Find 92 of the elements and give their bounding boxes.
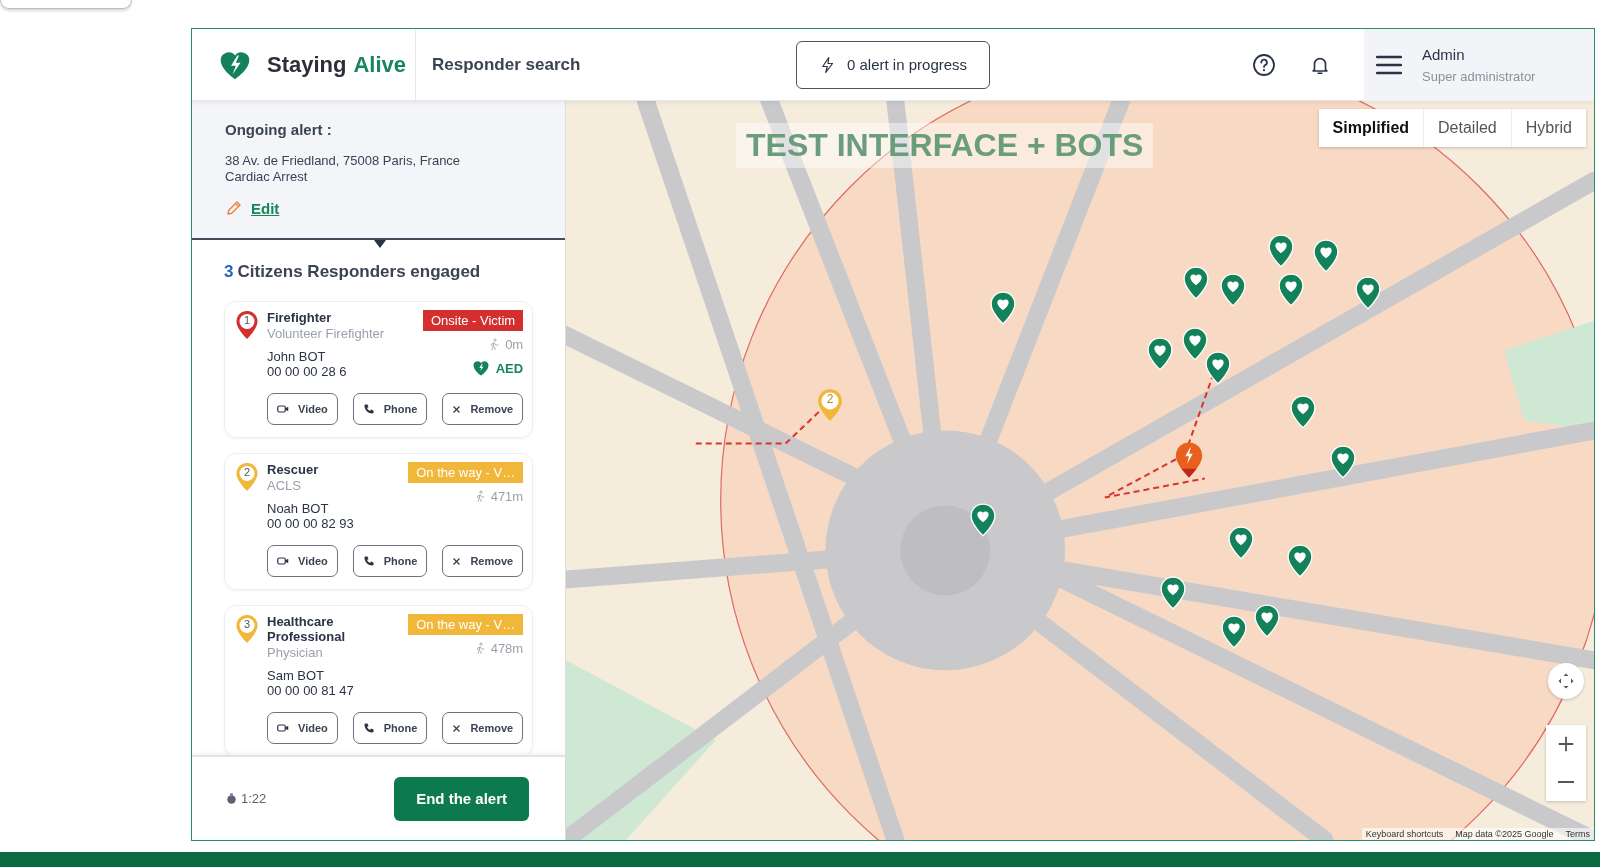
close-icon [452, 723, 462, 733]
fullscreen-icon [1556, 671, 1576, 691]
responder-count: 3 [224, 262, 234, 281]
responder-phone: 00 00 00 28 6 [267, 364, 348, 379]
aed-pin-icon[interactable] [1204, 351, 1232, 385]
attribution-link[interactable]: Terms [1565, 829, 1590, 839]
responder-phone: 00 00 00 82 93 [267, 516, 355, 531]
aed-pin-icon[interactable] [989, 291, 1017, 325]
status-badge: On the way - V… [408, 614, 524, 635]
numbered-pin-icon: 1 [235, 310, 259, 340]
brand-name: Staying [267, 51, 347, 78]
numbered-pin-icon: 3 [235, 614, 259, 644]
responder-role: Firefighter [267, 310, 333, 325]
status-badge: On the way - V… [408, 462, 524, 483]
responder-qualification: Physician [267, 645, 324, 660]
responder-role: Healthcare Professional [267, 614, 347, 644]
zoom-out-button[interactable] [1546, 763, 1586, 801]
aed-pin-icon[interactable] [1146, 337, 1174, 371]
camera-icon [277, 404, 289, 414]
zoom-in-button[interactable] [1546, 725, 1586, 763]
user-role: Super administrator [1422, 68, 1536, 84]
attribution-link[interactable]: Keyboard shortcuts [1365, 829, 1444, 839]
aed-pin-icon[interactable] [1182, 266, 1210, 300]
edit-link[interactable]: Edit [251, 199, 280, 217]
aed-pin-icon[interactable] [1289, 395, 1317, 429]
responder-name: John BOT [267, 349, 327, 364]
aed-pin-icon[interactable] [1219, 273, 1247, 307]
map-type-tab[interactable]: Simplified [1318, 109, 1424, 147]
elapsed-time: 1:22 [241, 791, 267, 806]
map-banner: TEST INTERFACE + BOTS [736, 123, 1154, 168]
phone-icon [362, 403, 375, 415]
end-alert-button[interactable]: End the alert [394, 776, 529, 821]
aed-pin-icon[interactable] [1220, 615, 1248, 649]
aed-pin-icon[interactable] [1181, 327, 1209, 361]
camera-icon [277, 556, 289, 566]
distance: 0m [505, 337, 524, 352]
responder-qualification: Volunteer Firefighter [267, 326, 385, 341]
distance: 471m [490, 489, 524, 504]
alert-type: Cardiac Arrest [225, 169, 309, 185]
heart-icon [470, 358, 491, 378]
pencil-icon [225, 199, 243, 217]
close-icon [452, 556, 462, 566]
numbered-pin-icon: 2 [235, 462, 259, 492]
alert-heading: Ongoing alert : [225, 121, 333, 138]
phone-button[interactable]: Phone [352, 545, 428, 577]
responder-role: Rescuer [267, 462, 320, 477]
responder-phone: 00 00 00 81 47 [267, 683, 355, 698]
plus-icon [1557, 735, 1575, 753]
close-icon [452, 404, 462, 414]
minus-icon [1558, 781, 1574, 783]
menu-icon[interactable] [1376, 54, 1402, 75]
camera-icon [277, 723, 289, 733]
brand-name: Alive [353, 51, 407, 78]
section-title: Citizens Responders engaged [237, 262, 481, 281]
map[interactable]: 2 TEST INTERFACE + BOTS Simplified Detailed Hybrid Keyboard shortcuts Map data ©2025 Google Terms [566, 101, 1594, 840]
map-type-tab[interactable]: Detailed [1423, 109, 1511, 147]
remove-button[interactable]: Remove [442, 545, 524, 577]
aed-pin-icon[interactable] [1312, 239, 1340, 273]
remove-button[interactable]: Remove [442, 393, 524, 425]
video-button[interactable]: Video [267, 393, 338, 425]
stopwatch-icon [226, 793, 237, 804]
alert-button[interactable]: 0 alert in progress [796, 40, 991, 89]
phone-icon [362, 722, 375, 734]
aed-pin-icon[interactable] [1277, 273, 1305, 307]
remove-button[interactable]: Remove [442, 712, 524, 744]
aed-pin-icon[interactable] [1253, 604, 1281, 638]
video-button[interactable]: Video [267, 712, 338, 744]
help-icon[interactable] [1252, 52, 1276, 77]
phone-button[interactable]: Phone [352, 712, 428, 744]
alert-address: 38 Av. de Friedland, 75008 Paris, France [225, 153, 462, 169]
aed-pin-icon[interactable] [1354, 276, 1382, 310]
aed-pin-icon[interactable] [1227, 526, 1255, 560]
user-name: Admin [1422, 45, 1466, 63]
video-button[interactable]: Video [267, 545, 338, 577]
phone-button[interactable]: Phone [352, 393, 428, 425]
map-type-tab[interactable]: Hybrid [1510, 109, 1586, 147]
aed-pin-icon[interactable] [1159, 576, 1187, 610]
aed-pin-icon[interactable] [1329, 445, 1357, 479]
alert-pin-icon[interactable] [1174, 441, 1204, 479]
attribution-link[interactable]: Map data ©2025 Google [1455, 829, 1554, 839]
phone-icon [362, 555, 375, 567]
collapse-arrow-icon[interactable] [373, 240, 386, 248]
aed-label: AED [495, 360, 524, 376]
status-badge: Onsite - Victim [422, 310, 524, 331]
responder-name: Sam BOT [267, 668, 326, 683]
aed-pin-icon[interactable] [1267, 234, 1295, 268]
aed-pin-icon[interactable] [1286, 544, 1314, 578]
distance: 478m [490, 641, 524, 656]
responder-qualification: ACLS [267, 478, 302, 493]
aed-pin-icon[interactable] [969, 503, 997, 537]
responder-name: Noah BOT [267, 501, 330, 516]
page-title: Responder search [431, 54, 582, 75]
